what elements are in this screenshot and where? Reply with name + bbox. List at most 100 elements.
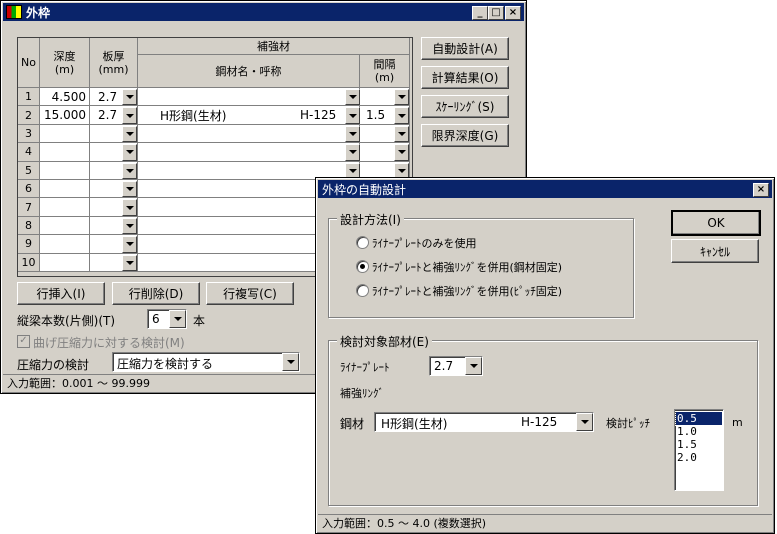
design-method-radio[interactable]	[356, 284, 369, 297]
ok-button[interactable]: OK	[671, 210, 761, 236]
depth-cell[interactable]	[40, 180, 90, 199]
depth-cell[interactable]	[40, 216, 90, 236]
steel-cell[interactable]	[138, 143, 360, 162]
steel-name-value: H形鋼(生材)	[160, 108, 227, 123]
steel-cell[interactable]: H形鋼(生材) H-125	[138, 106, 360, 125]
col-header-depth: 深度 (m)	[40, 38, 90, 88]
chevron-down-icon[interactable]	[122, 144, 137, 161]
chevron-down-icon[interactable]	[122, 89, 137, 106]
dialog-status-bar: 入力範囲：0.5 ～ 4.0 (複数選択)	[318, 514, 772, 531]
design-method-legend: 設計方法(I)	[337, 211, 404, 228]
design-method-label: ﾗｲﾅｰﾌﾟﾚｰﾄと補強ﾘﾝｸﾞを併用(鋼材固定)	[372, 261, 563, 274]
depth-cell[interactable]	[40, 161, 90, 180]
app-icon	[6, 5, 22, 19]
dialog-status-text: 入力範囲：0.5 ～ 4.0 (複数選択)	[322, 517, 487, 530]
liner-plate-select[interactable]: 2.7	[429, 356, 483, 376]
chevron-down-icon[interactable]	[122, 254, 137, 271]
maximize-button[interactable]: □	[488, 6, 504, 20]
liner-plate-value: 2.7	[434, 359, 454, 373]
thickness-value: 2.7	[98, 89, 118, 104]
depth-cell[interactable]	[40, 253, 90, 272]
main-title-bar[interactable]: 外枠 _ □ ×	[3, 3, 524, 21]
delete-row-button[interactable]: 行削除(D)	[112, 282, 200, 305]
pitch-option[interactable]: 1.5	[676, 438, 722, 451]
chevron-down-icon[interactable]	[394, 89, 409, 106]
steel-label: 鋼材	[340, 417, 365, 431]
insert-row-button[interactable]: 行挿入(I)	[17, 282, 105, 305]
scaling-button[interactable]: ｽｹｰﾘﾝｸﾞ(S)	[421, 95, 509, 118]
design-method-label: ﾗｲﾅｰﾌﾟﾚｰﾄと補強ﾘﾝｸﾞを併用(ﾋﾟｯﾁ固定)	[372, 285, 563, 298]
pitch-option[interactable]: 1.0	[676, 425, 722, 438]
chevron-down-icon[interactable]	[345, 144, 360, 161]
row-number: 9	[18, 235, 40, 254]
chevron-down-icon[interactable]	[345, 89, 360, 106]
chevron-down-icon[interactable]	[576, 413, 593, 431]
minimize-button[interactable]: _	[472, 6, 488, 20]
calc-result-button[interactable]: 計算結果(O)	[421, 66, 509, 89]
depth-cell[interactable]	[40, 235, 90, 254]
beam-count-value: 6	[152, 312, 160, 326]
close-button[interactable]: ×	[505, 6, 521, 20]
steel-code-value: H-125	[521, 415, 558, 429]
chevron-down-icon[interactable]	[394, 144, 409, 161]
row-number: 1	[18, 88, 40, 107]
depth-cell[interactable]: 4.500	[40, 88, 90, 107]
col-header-spacing-text: 間隔 (m)	[373, 58, 396, 84]
main-status-text: 入力範囲：0.001 ～ 99.999	[7, 377, 150, 390]
beam-count-select[interactable]: 6	[147, 309, 187, 329]
col-header-thickness-text: 板厚 (mm)	[98, 49, 129, 76]
dialog-close-button[interactable]: ×	[753, 183, 769, 197]
compression-value: 圧縮力を検討する	[117, 357, 214, 371]
pitch-option[interactable]: 2.0	[676, 451, 722, 464]
col-header-depth-text: 深度 (m)	[53, 49, 76, 76]
steel-code-value: H-125	[300, 108, 337, 123]
row-number: 7	[18, 198, 40, 217]
chevron-down-icon[interactable]	[122, 236, 137, 253]
col-header-reinforcement-text: 補強材	[257, 39, 290, 53]
main-window-title: 外枠	[26, 5, 51, 20]
row-number: 2	[18, 106, 40, 125]
steel-cell[interactable]	[138, 88, 360, 107]
chevron-down-icon[interactable]	[169, 310, 186, 328]
chevron-down-icon[interactable]	[394, 107, 409, 124]
chevron-down-icon[interactable]	[465, 357, 482, 375]
chevron-down-icon[interactable]	[345, 107, 360, 124]
pitch-listbox[interactable]: 0.5 1.0 1.5 2.0	[674, 409, 724, 491]
chevron-down-icon[interactable]	[122, 199, 137, 216]
chevron-down-icon[interactable]	[122, 181, 137, 198]
design-method-radio[interactable]	[356, 236, 369, 249]
col-header-thickness: 板厚 (mm)	[90, 38, 138, 88]
dialog-title-bar[interactable]: 外枠の自動設計 ×	[318, 180, 772, 198]
col-header-steel-name: 鋼材名・呼称	[138, 55, 360, 88]
row-number: 6	[18, 180, 40, 199]
steel-cell[interactable]	[138, 124, 360, 144]
col-header-no-text: No	[21, 56, 36, 69]
pitch-unit: m	[732, 416, 743, 429]
row-number: 4	[18, 143, 40, 162]
row-number: 10	[18, 253, 40, 272]
limit-depth-button[interactable]: 限界深度(G)	[421, 124, 509, 147]
depth-cell[interactable]	[40, 124, 90, 144]
depth-cell[interactable]	[40, 143, 90, 162]
beam-count-unit: 本	[193, 314, 206, 328]
chevron-down-icon[interactable]	[122, 217, 137, 235]
chevron-down-icon[interactable]	[122, 107, 137, 124]
copy-row-button[interactable]: 行複写(C)	[206, 282, 294, 305]
chevron-down-icon[interactable]	[345, 125, 360, 143]
cancel-button[interactable]: ｷｬﾝｾﾙ	[671, 239, 759, 263]
compression-select[interactable]: 圧縮力を検討する	[112, 352, 300, 372]
depth-cell[interactable]: 15.000	[40, 106, 90, 125]
auto-design-dialog: 外枠の自動設計 × 設計方法(I) ﾗｲﾅｰﾌﾟﾚｰﾄのみを使用 ﾗｲﾅｰﾌﾟﾚｰ…	[315, 177, 775, 534]
design-method-radio[interactable]	[356, 260, 369, 273]
pitch-option[interactable]: 0.5	[675, 411, 723, 426]
depth-cell[interactable]	[40, 198, 90, 217]
row-number: 5	[18, 161, 40, 180]
steel-select[interactable]: H形鋼(生材) H-125	[374, 412, 594, 432]
chevron-down-icon[interactable]	[122, 125, 137, 143]
bending-check-checkbox[interactable]: ✓	[17, 335, 30, 348]
chevron-down-icon[interactable]	[122, 162, 137, 179]
chevron-down-icon[interactable]	[394, 125, 409, 143]
auto-design-button[interactable]: 自動設計(A)	[421, 37, 509, 60]
chevron-down-icon[interactable]	[282, 353, 299, 371]
row-number: 3	[18, 124, 40, 144]
